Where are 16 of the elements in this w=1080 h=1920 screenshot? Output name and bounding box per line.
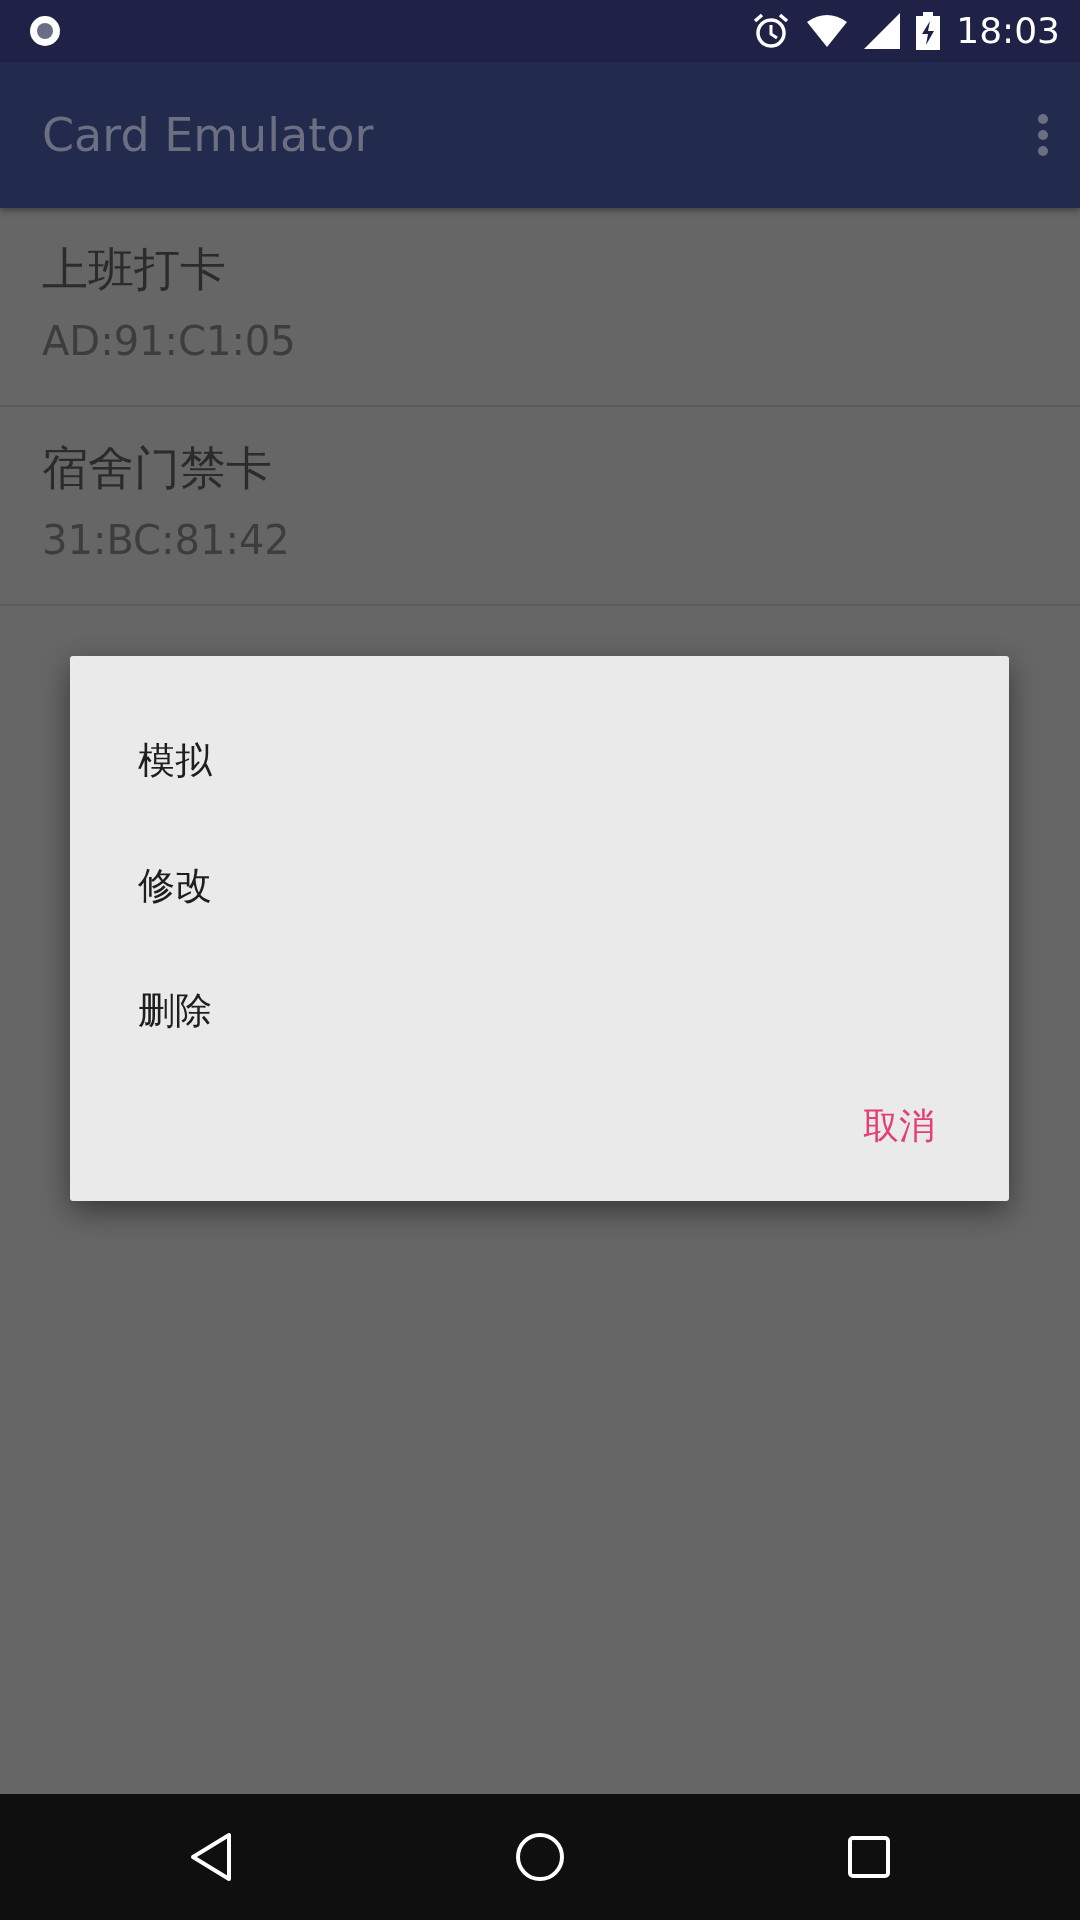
card-name: 上班打卡 [42, 241, 227, 298]
more-options-icon[interactable] [1036, 113, 1050, 157]
menu-option[interactable]: 模拟 [134, 698, 945, 823]
card-name: 宿舍门禁卡 [42, 440, 273, 497]
signal-icon [864, 13, 901, 49]
battery-charging-icon [916, 12, 941, 50]
back-icon[interactable] [189, 1832, 233, 1882]
home-icon[interactable] [515, 1832, 565, 1882]
recents-icon[interactable] [847, 1835, 891, 1879]
app-title: Card Emulator [42, 106, 374, 164]
menu-option[interactable]: 删除 [134, 948, 945, 1073]
notification-dot-icon [28, 14, 62, 48]
menu-option[interactable]: 修改 [134, 823, 945, 948]
wifi-icon [806, 14, 849, 48]
alarm-clock-icon [752, 12, 791, 50]
status-time: 18:03 [956, 9, 1060, 53]
